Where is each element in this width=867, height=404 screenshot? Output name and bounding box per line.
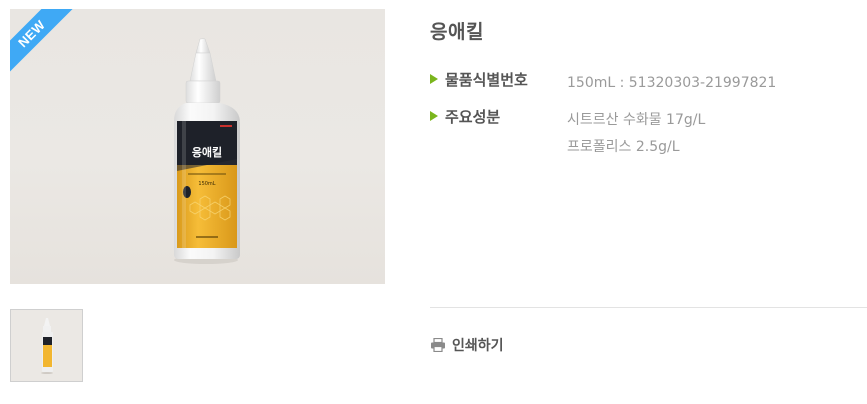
print-button[interactable]: 인쇄하기 [430,335,504,355]
product-title: 응애킬 [430,21,484,43]
new-badge: NEW [10,9,74,73]
spec-ingredients-label-text: 주요성분 [445,108,501,126]
printer-icon [431,338,445,352]
print-button-label: 인쇄하기 [452,338,504,354]
thumbnail-bottle-illustration [11,310,82,381]
triangle-right-icon [430,74,438,84]
spec-label-code: 물품식별번호 [430,69,570,90]
product-thumbnail[interactable] [10,309,83,382]
section-divider [430,307,867,308]
spec-code-label-text: 물품식별번호 [445,71,528,89]
bottle-label-name: 응애킬 [192,145,222,159]
triangle-right-icon [430,111,438,121]
ingredient-item: 시트르산 수화물 17g/L [567,112,706,128]
product-detail-page: 응애킬 150mL NEW 응애킬 물품식별번호 150mL: 5132030… [0,0,867,404]
spec-value-code: 150mL : 51320303-21997821 [567,75,777,91]
ingredient-item: 프로폴리스 2.5g/L [567,139,680,155]
spec-value-ingredients: 시트르산 수화물 17g/L 프로폴리스 2.5g/L [567,107,705,161]
new-badge-label: NEW [10,9,74,73]
bottle-label-volume: 150mL [198,181,215,187]
product-main-image: 응애킬 150mL NEW [10,9,385,284]
spec-label-ingredients: 주요성분 [430,106,570,127]
